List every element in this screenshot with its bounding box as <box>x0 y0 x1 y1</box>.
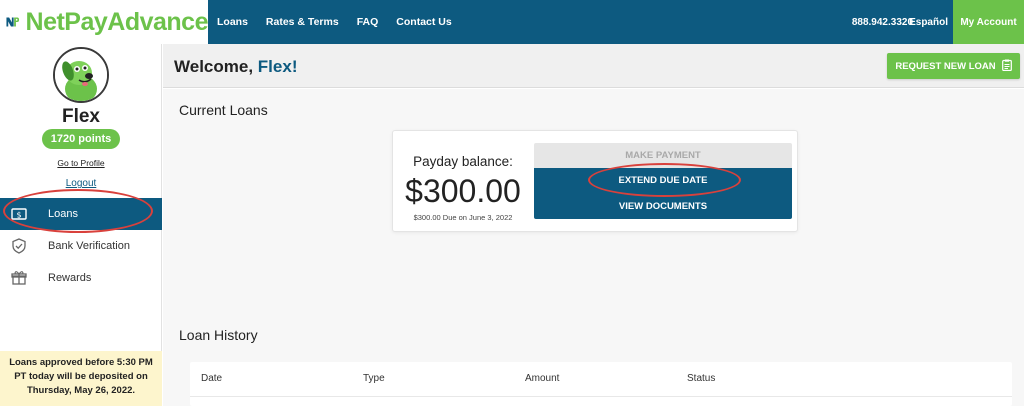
svg-text:$: $ <box>16 211 21 220</box>
column-header-status[interactable]: Status <box>687 373 715 384</box>
nav-contact-us[interactable]: Contact Us <box>396 16 451 28</box>
loan-actions: MAKE PAYMENT EXTEND DUE DATE VIEW DOCUME… <box>534 143 792 219</box>
my-account-button[interactable]: My Account <box>953 0 1024 44</box>
table-divider <box>190 396 1012 397</box>
loan-card: Payday balance: $300.00 $300.00 Due on J… <box>392 130 798 232</box>
avatar <box>53 47 109 103</box>
welcome-name: Flex! <box>257 57 298 76</box>
column-header-type[interactable]: Type <box>363 373 385 384</box>
loan-history-title: Loan History <box>179 327 258 343</box>
logo-mark-icon <box>6 17 20 27</box>
welcome-heading: Welcome, Flex! <box>174 57 297 77</box>
go-to-profile-link[interactable]: Go to Profile <box>0 158 162 168</box>
extend-due-date-button[interactable]: EXTEND DUE DATE <box>534 168 792 193</box>
request-new-loan-label: REQUEST NEW LOAN <box>895 60 996 72</box>
sidebar-item-label: Bank Verification <box>48 240 130 252</box>
deposit-notice: Loans approved before 5:30 PM PT today w… <box>0 351 162 406</box>
sidebar-item-label: Rewards <box>48 272 92 284</box>
loan-history-table: Date Type Amount Status <box>190 362 1012 406</box>
points-badge: 1720 points <box>42 129 120 149</box>
logo-text: NetPayAdvance <box>25 7 209 36</box>
balance-amount: $300.00 <box>405 173 521 209</box>
sidebar-item-loans[interactable]: $ Loans <box>0 198 162 230</box>
sidebar-item-rewards[interactable]: Rewards <box>0 262 162 294</box>
sidebar-item-bank-verification[interactable]: Bank Verification <box>0 230 162 262</box>
request-new-loan-button[interactable]: REQUEST NEW LOAN <box>887 53 1020 79</box>
shield-check-icon <box>11 238 27 254</box>
dog-mascot-icon <box>55 49 107 101</box>
column-header-amount[interactable]: Amount <box>525 373 559 384</box>
nav-loans[interactable]: Loans <box>217 16 248 28</box>
nav-rates-terms[interactable]: Rates & Terms <box>266 16 339 28</box>
phone-number[interactable]: 888.942.3320 <box>852 0 913 44</box>
sidebar: Flex 1720 points Go to Profile Logout $ … <box>0 44 162 406</box>
welcome-greeting: Welcome, <box>174 57 254 76</box>
logout-link[interactable]: Logout <box>0 178 162 189</box>
due-date-text: $300.00 Due on June 3, 2022 <box>413 213 513 222</box>
current-loans-title: Current Loans <box>179 102 268 118</box>
logo[interactable]: NetPayAdvance <box>0 0 209 44</box>
main-nav: Loans Rates & Terms FAQ Contact Us <box>217 0 470 44</box>
dollar-bill-icon: $ <box>11 206 27 222</box>
balance-label: Payday balance: <box>413 154 513 169</box>
top-bar: NetPayAdvance Loans Rates & Terms FAQ Co… <box>0 0 1024 44</box>
clipboard-icon <box>1001 59 1012 74</box>
language-link[interactable]: Español <box>909 0 948 44</box>
welcome-bar: Welcome, Flex! REQUEST NEW LOAN <box>163 44 1024 88</box>
main-content: Current Loans Payday balance: $300.00 $3… <box>163 89 1024 406</box>
sidebar-item-label: Loans <box>48 208 78 220</box>
column-header-date[interactable]: Date <box>201 373 222 384</box>
gift-box-icon <box>11 270 27 286</box>
username: Flex <box>61 106 101 127</box>
view-documents-button[interactable]: VIEW DOCUMENTS <box>534 193 792 219</box>
nav-faq[interactable]: FAQ <box>357 16 379 28</box>
make-payment-button[interactable]: MAKE PAYMENT <box>534 143 792 168</box>
